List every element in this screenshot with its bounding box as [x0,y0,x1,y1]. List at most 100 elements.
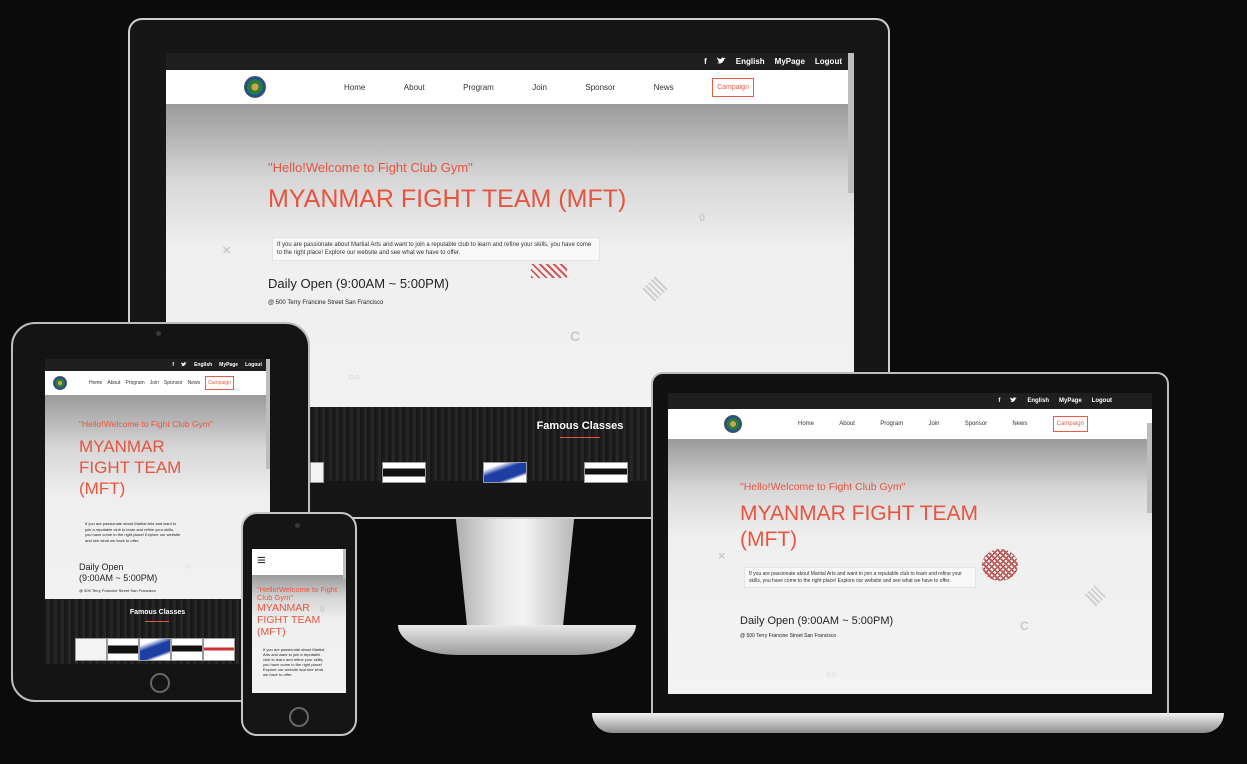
class-thumbnail[interactable] [382,462,426,483]
nav-home[interactable]: Home [798,421,814,427]
laptop-device: f English MyPage Logout Home About Progr… [651,372,1169,719]
logout-link[interactable]: Logout [245,362,262,368]
hero-title: MYANMAR FIGHT TEAM (MFT) [268,185,627,213]
hero-hours-line-2: (9:00AM ~ 5:00PM) [79,573,158,583]
tablet-home-button[interactable] [150,673,170,693]
class-thumbnail[interactable] [171,638,203,661]
monitor-stand-base [398,625,636,655]
nav-home[interactable]: Home [344,83,365,92]
phone-screen: ≡ "Hello!Welcome to Fight Club Gym" MYAN… [252,549,346,693]
facebook-icon[interactable]: f [998,398,1000,404]
classes-heading-underline [145,621,169,622]
decorative-shape: ○○ [348,372,361,383]
class-thumbnail[interactable] [483,462,527,483]
tablet-camera [156,331,161,336]
club-logo[interactable] [244,76,266,98]
nav-about[interactable]: About [107,380,120,386]
logout-link[interactable]: Logout [1092,398,1112,404]
laptop-base [592,713,1224,733]
class-thumbnail[interactable] [107,638,139,661]
nav-program[interactable]: Program [880,421,903,427]
desktop-topbar: f English MyPage Logout [166,53,854,70]
nav-news[interactable]: News [654,83,674,92]
decorative-dots [982,549,1018,581]
menu-icon[interactable]: ≡ [257,552,266,569]
campaign-button[interactable]: Campaign [712,77,754,97]
hero-title-line-1: MYANMAR FIGHT TEAM [740,502,979,525]
phone-device: ≡ "Hello!Welcome to Fight Club Gym" MYAN… [241,512,357,736]
desktop-navbar: Home About Program Join Sponsor News Cam… [166,70,854,104]
mypage-link[interactable]: MyPage [775,57,805,66]
class-thumbnail[interactable] [310,462,324,483]
desktop-scrollbar[interactable] [848,53,854,193]
laptop-screen: f English MyPage Logout Home About Progr… [668,393,1152,694]
classes-heading-underline [560,437,600,438]
phone-camera [295,523,300,528]
decorative-shape: C [570,328,581,344]
facebook-icon[interactable]: f [704,57,707,66]
hero-title-line-1: MYANMAR [79,437,165,456]
nav-join[interactable]: Join [928,421,939,427]
hero-hours: Daily Open (9:00AM ~ 5:00PM) [268,276,449,291]
phone-header [252,549,346,575]
nav-about[interactable]: About [404,83,425,92]
club-logo[interactable] [53,376,67,390]
logout-link[interactable]: Logout [815,57,842,66]
laptop-scrollbar[interactable] [1147,423,1152,513]
nav-menu: Home About Program Join Sponsor News Cam… [89,376,234,390]
twitter-icon[interactable] [181,361,188,369]
classes-heading: Famous Classes [129,609,186,616]
campaign-button[interactable]: Campaign [1052,416,1088,432]
hero-greeting: "Hello!Welcome to Fight Club Gym" [740,481,906,493]
class-thumbnail[interactable] [203,638,235,661]
hero-address: @ 500 Terry Francine Street San Francisc… [268,300,384,306]
hero-address: @ 500 Terry Francine Street San Francisc… [79,588,156,593]
class-thumbnail[interactable] [139,638,171,661]
decorative-shape: ✕ [718,551,726,561]
nav-join[interactable]: Join [150,380,159,386]
hero-section: "Hello!Welcome to Fight Club Gym" MYANMA… [252,575,346,693]
nav-menu: Home About Program Join Sponsor News Cam… [798,416,1088,432]
class-thumbnail[interactable] [584,462,628,483]
decorative-diamond [1084,583,1108,607]
nav-news[interactable]: News [1012,421,1027,427]
nav-menu: Home About Program Join Sponsor News Cam… [344,77,754,97]
tablet-scrollbar[interactable] [266,359,270,469]
mypage-link[interactable]: MyPage [219,362,238,368]
mypage-link[interactable]: MyPage [1059,398,1082,404]
campaign-button[interactable]: Campaign [205,376,234,390]
language-link[interactable]: English [194,362,212,368]
decorative-shape: 0 [699,212,706,224]
language-link[interactable]: English [736,57,765,66]
facebook-icon[interactable]: f [172,362,174,368]
nav-home[interactable]: Home [89,380,102,386]
nav-sponsor[interactable]: Sponsor [164,380,183,386]
nav-program[interactable]: Program [463,83,494,92]
nav-sponsor[interactable]: Sponsor [965,421,987,427]
class-thumbnail[interactable] [75,638,107,661]
nav-news[interactable]: News [188,380,201,386]
decorative-shape: ○○ [826,669,837,679]
nav-program[interactable]: Program [125,380,144,386]
monitor-stand [455,515,575,630]
language-link[interactable]: English [1027,398,1049,404]
laptop-navbar: Home About Program Join Sponsor News Cam… [668,409,1152,439]
decorative-shape: 0 [320,605,325,614]
hero-hours: Daily Open (9:00AM ~ 5:00PM) [740,615,894,627]
hero-hours-line-1: Daily Open [79,562,124,572]
hero-description: If you are passionate about Martial Arts… [85,521,181,543]
twitter-icon[interactable] [1010,397,1018,405]
club-logo[interactable] [724,415,742,433]
nav-sponsor[interactable]: Sponsor [585,83,615,92]
twitter-icon[interactable] [716,56,726,67]
laptop-topbar: f English MyPage Logout [668,393,1152,409]
nav-about[interactable]: About [839,421,855,427]
nav-join[interactable]: Join [532,83,547,92]
phone-home-button[interactable] [289,707,309,727]
hero-title-line-2: (MFT) [740,528,798,551]
hero-title-line-3: (MFT) [79,479,126,498]
phone-scrollbar[interactable] [343,549,346,579]
hero-greeting: "Hello!Welcome to Fight Club Gym" [268,160,473,175]
decorative-shape: C [1020,619,1029,633]
hero-section: "Hello!Welcome to Fight Club Gym" MYANMA… [668,439,1152,694]
